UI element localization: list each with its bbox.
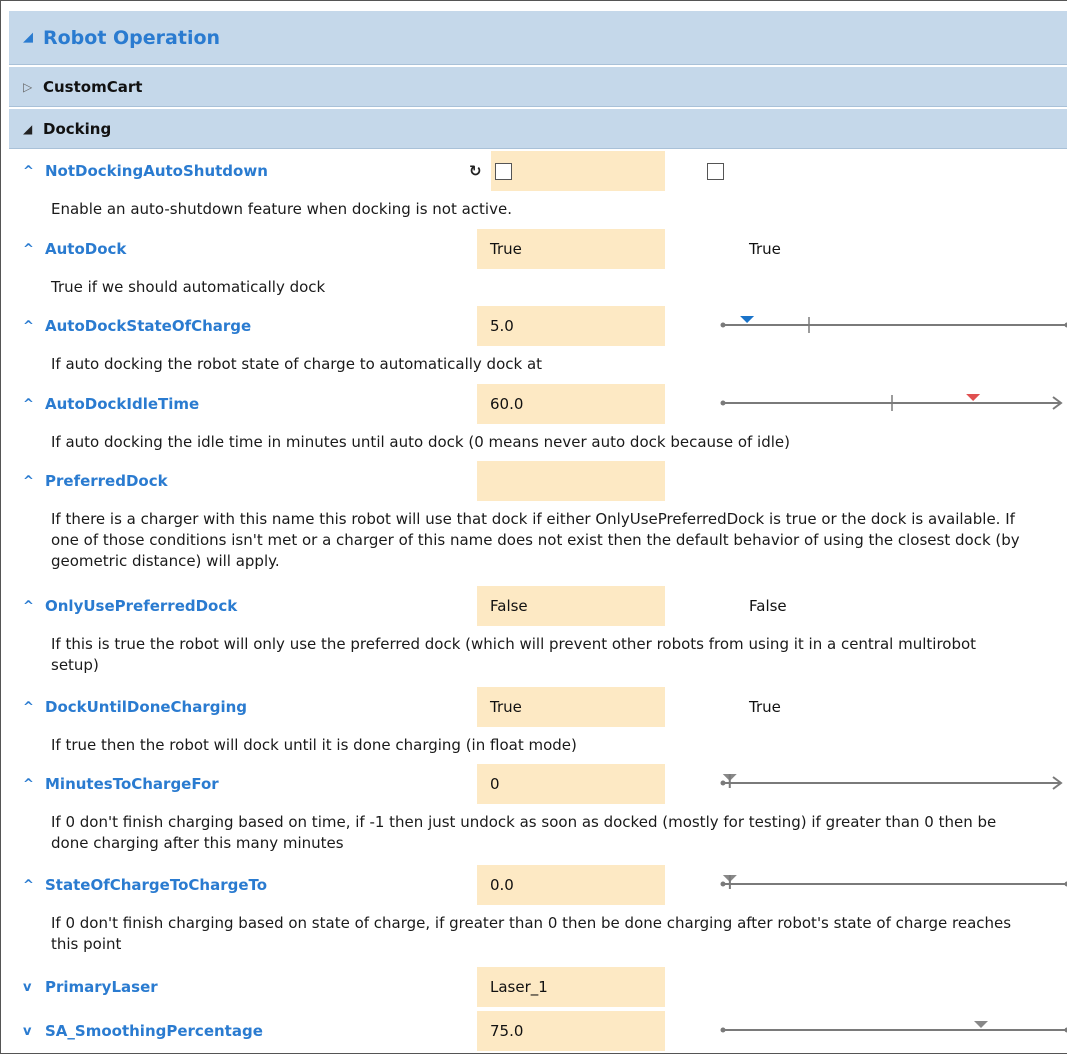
slider-value-marker [740, 316, 755, 323]
property-name[interactable]: ^ MinutesToChargeFor [23, 766, 219, 802]
group-title: CustomCart [43, 77, 143, 96]
property-description: If there is a charger with this name thi… [51, 510, 1020, 570]
property-value[interactable]: True [477, 687, 665, 727]
group-header-robot-operation[interactable]: ◢ Robot Operation [9, 11, 1067, 65]
property-value[interactable]: False [477, 586, 665, 626]
property-description: If auto docking the robot state of charg… [51, 355, 543, 373]
group-title: Robot Operation [43, 26, 221, 49]
chevron-down-icon: v [23, 979, 32, 995]
property-value[interactable]: 5.0 [477, 306, 665, 346]
chevron-up-icon: ^ [23, 699, 34, 715]
property-default: True [749, 698, 781, 716]
property-name[interactable]: ^ PreferredDock [23, 463, 168, 499]
property-description: If 0 don't finish charging based on stat… [51, 914, 1012, 953]
slider-value-marker [974, 1021, 988, 1028]
property-value[interactable] [477, 461, 665, 501]
property-name[interactable]: ^ StateOfChargeToChargeTo [23, 867, 267, 903]
triangle-right-icon: ▷ [23, 79, 33, 94]
slider-start-dot [720, 400, 726, 406]
slider-start-dot [720, 881, 726, 887]
property-value[interactable]: Laser_1 [477, 967, 665, 1007]
checkbox[interactable] [495, 162, 512, 180]
property-value-checkbox[interactable] [491, 151, 665, 191]
property-description: If this is true the robot will only use … [51, 635, 977, 674]
chevron-up-icon: ^ [23, 473, 34, 489]
property-default: False [749, 597, 787, 615]
property-name[interactable]: ^ AutoDockIdleTime [23, 386, 199, 422]
property-value[interactable]: 60.0 [477, 384, 665, 424]
chevron-up-icon: ^ [23, 396, 34, 412]
slider-start-dot [720, 780, 726, 786]
property-value[interactable]: True [477, 229, 665, 269]
property-name[interactable]: ^ DockUntilDoneCharging [23, 689, 247, 725]
group-header-customcart[interactable]: ▷ CustomCart [9, 67, 1067, 107]
default-checkbox [707, 153, 724, 189]
slider-end-dot [1064, 322, 1067, 328]
property-description: Enable an auto-shutdown feature when doc… [51, 200, 512, 218]
chevron-up-icon: ^ [23, 877, 34, 893]
slider-value-marker [966, 394, 981, 401]
property-value[interactable]: 0.0 [477, 865, 665, 905]
property-name[interactable]: ^ OnlyUsePreferredDock [23, 588, 237, 624]
group-header-docking[interactable]: ◢ Docking [9, 109, 1067, 149]
slider-start-dot [720, 1027, 726, 1033]
chevron-up-icon: ^ [23, 163, 34, 179]
property-name[interactable]: v PrimaryLaser [23, 969, 158, 1005]
group-title: Docking [43, 119, 112, 138]
slider-start-dot [720, 322, 726, 328]
slider-end-dot [1064, 881, 1067, 887]
value-slider[interactable] [713, 311, 1067, 341]
chevron-up-icon: ^ [23, 598, 34, 614]
property-name[interactable]: ^ NotDockingAutoShutdown [23, 153, 268, 189]
property-name[interactable]: ^ AutoDock [23, 231, 126, 267]
reset-icon[interactable]: ↻ [469, 153, 482, 189]
value-slider[interactable] [713, 1016, 1067, 1046]
property-description: If 0 don't finish charging based on time… [51, 813, 997, 852]
property-description: If auto docking the idle time in minutes… [51, 433, 790, 451]
chevron-down-icon: v [23, 1023, 32, 1039]
value-slider[interactable] [713, 389, 1067, 419]
triangle-down-icon: ◢ [23, 30, 33, 45]
property-value[interactable]: 0 [477, 764, 665, 804]
slider-end-dot [1064, 1027, 1067, 1033]
value-slider[interactable] [713, 870, 1067, 900]
triangle-down-icon: ◢ [23, 121, 33, 136]
property-description: True if we should automatically dock [51, 278, 326, 296]
property-grid: ◢ Robot Operation ▷ CustomCart ◢ Docking ^ N… [0, 0, 1067, 1054]
property-name[interactable]: v SA_SmoothingPercentage [23, 1013, 263, 1049]
property-default: True [749, 240, 781, 258]
value-slider[interactable] [713, 769, 1067, 799]
chevron-up-icon: ^ [23, 318, 34, 334]
property-name[interactable]: ^ AutoDockStateOfCharge [23, 308, 251, 344]
chevron-up-icon: ^ [23, 776, 34, 792]
property-value[interactable]: 75.0 [477, 1011, 665, 1051]
property-description: If true then the robot will dock until i… [51, 736, 577, 754]
chevron-up-icon: ^ [23, 241, 34, 257]
